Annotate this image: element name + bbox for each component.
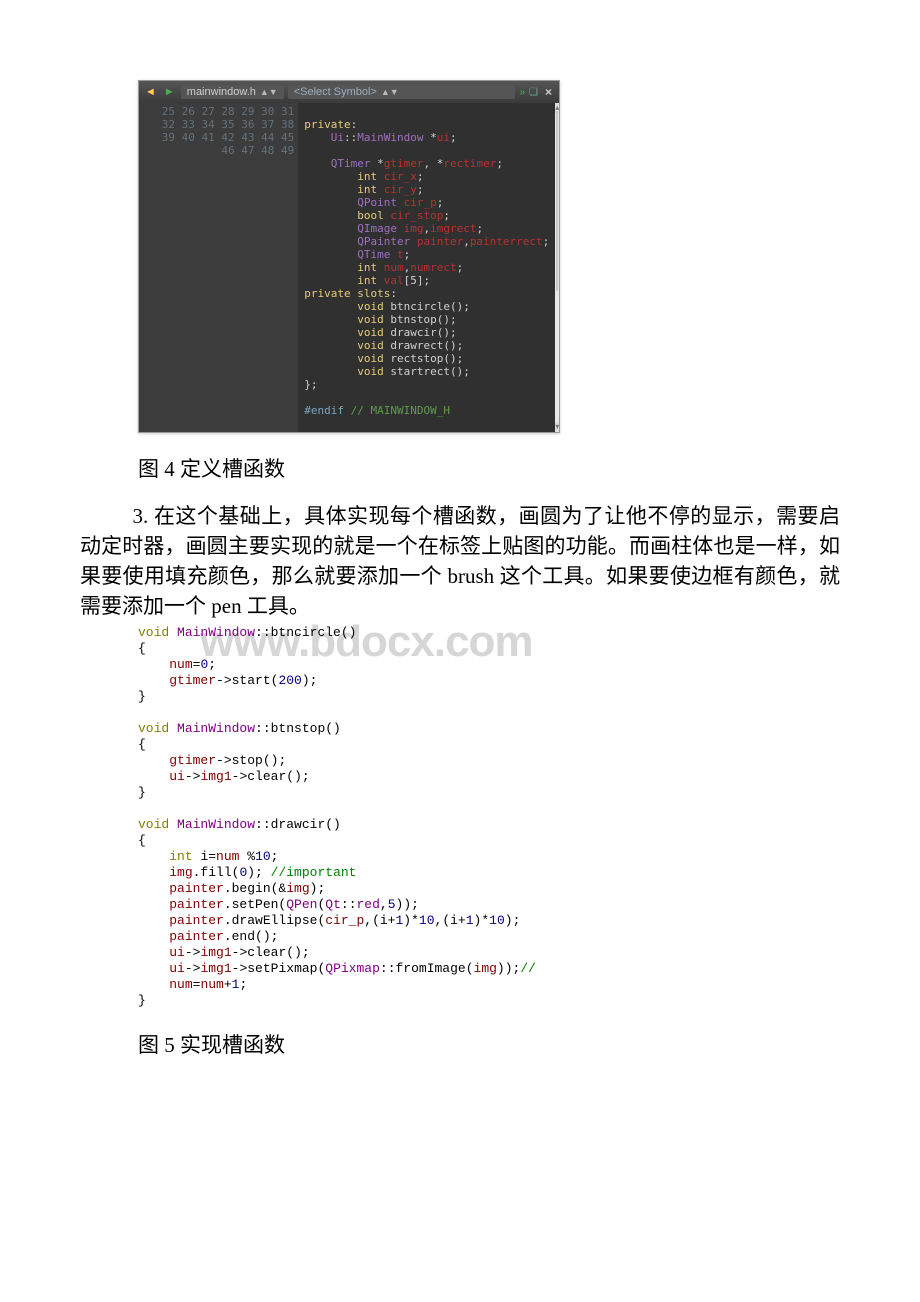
updown-icon: ▲▼	[381, 87, 399, 97]
updown-icon: ▲▼	[260, 87, 278, 97]
scroll-thumb[interactable]	[556, 111, 558, 291]
line-gutter: 25 26 27 28 29 30 31 32 33 34 35 36 37 3…	[139, 103, 298, 432]
figure-5-caption: 图 5 实现槽函数	[138, 1029, 840, 1059]
scroll-down-icon[interactable]: ▾	[555, 422, 559, 432]
symbol-selector[interactable]: <Select Symbol> ▲▼	[288, 85, 516, 99]
code-editor[interactable]: private: Ui::MainWindow *ui; QTimer *gti…	[298, 103, 555, 432]
nav-back-icon[interactable]: ◄	[143, 86, 158, 98]
close-icon[interactable]: ×	[542, 85, 555, 99]
ide-body: 25 26 27 28 29 30 31 32 33 34 35 36 37 3…	[139, 103, 559, 432]
paragraph-3-text: 3. 在这个基础上，具体实现每个槽函数，画圆为了让他不停的显示，需要启动定时器，…	[80, 504, 840, 618]
expand-icon[interactable]: »	[519, 87, 525, 98]
cpp-code-block: void MainWindow::btncircle() { num=0; gt…	[138, 625, 840, 1009]
paragraph-3: 3. 在这个基础上，具体实现每个槽函数，画圆为了让他不停的显示，需要启动定时器，…	[80, 501, 840, 621]
nav-forward-icon[interactable]: ►	[162, 86, 177, 98]
vertical-scrollbar[interactable]: ▴ ▾	[555, 103, 559, 432]
ide-toolbar: ◄ ► mainwindow.h ▲▼ <Select Symbol> ▲▼ »…	[139, 81, 559, 103]
figure-4-caption: 图 4 定义槽函数	[138, 453, 840, 483]
ide-window: ◄ ► mainwindow.h ▲▼ <Select Symbol> ▲▼ »…	[138, 80, 560, 433]
file-name-label: mainwindow.h	[187, 86, 256, 98]
symbol-placeholder-label: <Select Symbol>	[294, 86, 377, 98]
split-icon[interactable]: ❏	[529, 87, 538, 98]
file-selector[interactable]: mainwindow.h ▲▼	[181, 85, 284, 99]
